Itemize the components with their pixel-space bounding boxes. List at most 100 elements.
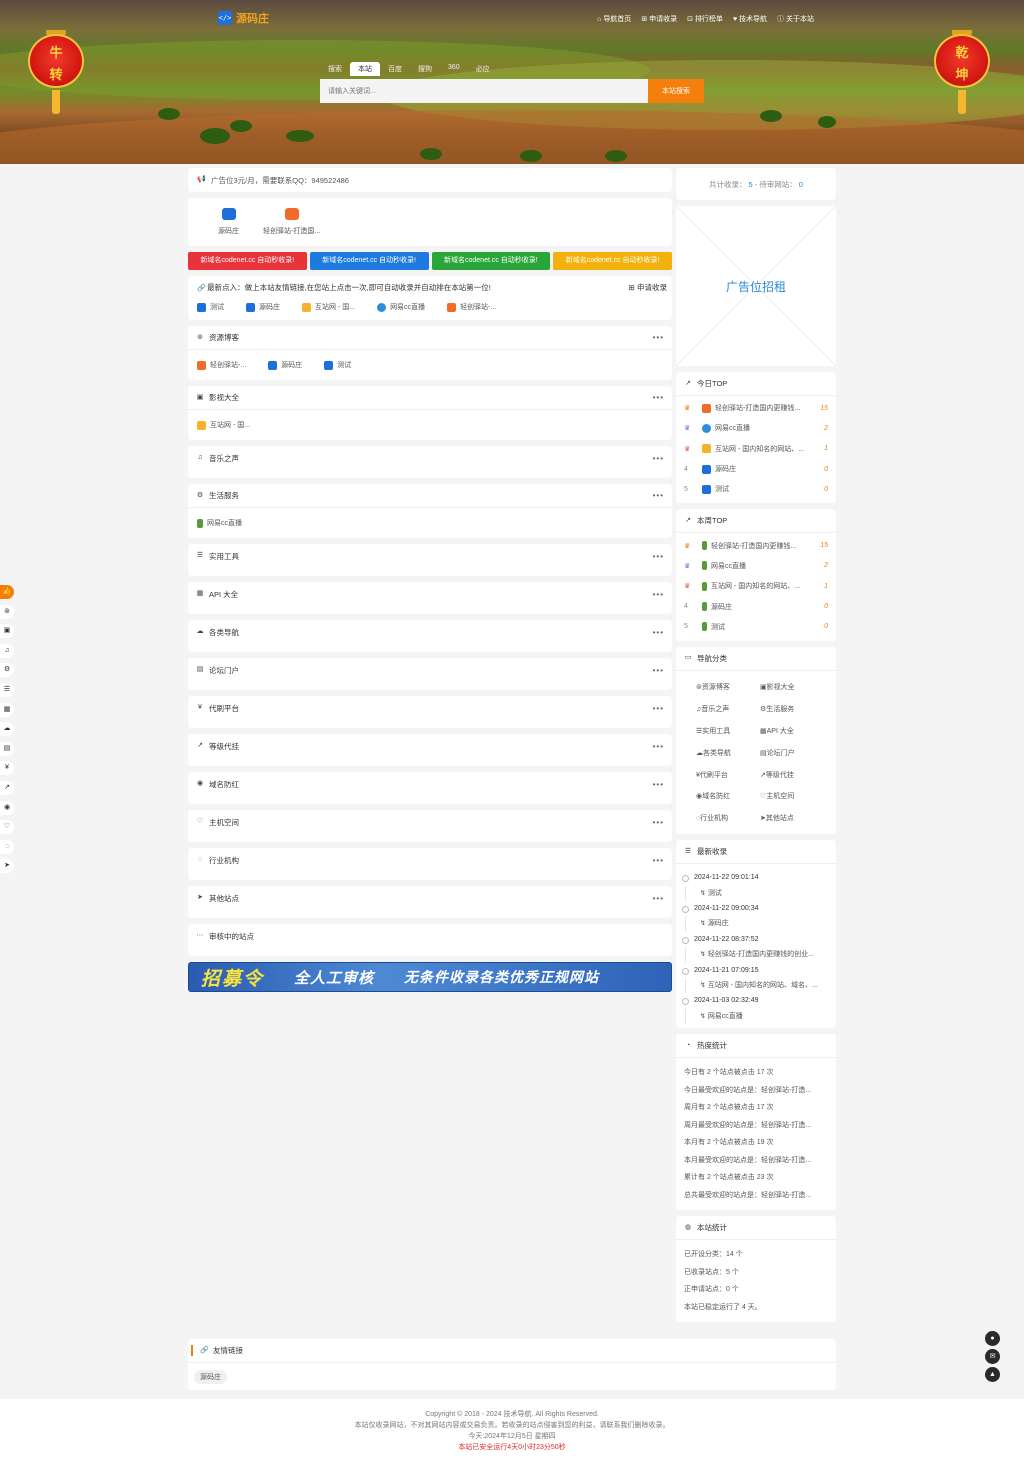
blog-icon: ⊚ <box>197 333 203 341</box>
rank-row[interactable]: 4 源码庄 0 <box>684 596 828 616</box>
server-icon[interactable]: ♡ <box>0 820 14 835</box>
chart-line-icon[interactable]: ↗ <box>0 780 14 795</box>
more-icon[interactable]: ••• <box>653 590 664 599</box>
more-icon[interactable]: ••• <box>653 552 664 561</box>
ad-link[interactable]: 新域名codenet.cc 自动秒收录! <box>553 252 672 270</box>
more-icon[interactable]: ••• <box>653 818 664 827</box>
more-icon[interactable]: ••• <box>653 454 664 463</box>
search-input[interactable] <box>320 79 648 103</box>
service-icon[interactable]: ⚙ <box>0 663 14 678</box>
rank-row[interactable]: 5 测试 0 <box>684 617 828 637</box>
tab-search[interactable]: 搜索 <box>320 62 350 76</box>
recent-site[interactable]: ↯ 轻创驿站-打造国内更赚钱的创业... <box>685 947 828 963</box>
recent-site[interactable]: ↯ 源码庄 <box>685 916 828 932</box>
nav-cat-link[interactable]: ▤论坛门户 <box>760 743 824 765</box>
hot-line: 累计有 2 个站点被点击 23 次 <box>684 1174 774 1182</box>
site-link[interactable]: 轻创驿站-... <box>447 302 496 312</box>
rank-row[interactable]: ♛ 轻创驿站-打造国内更赚钱... 15 <box>684 398 828 418</box>
more-icon[interactable]: ••• <box>653 742 664 751</box>
shield-icon[interactable]: ◉ <box>0 800 14 815</box>
site-link[interactable]: 网易cc直播 <box>197 516 242 530</box>
featured-site[interactable]: 源码庄 <box>218 208 239 236</box>
featured-site[interactable]: 轻创驿站-打造国... <box>263 208 320 236</box>
nav-about[interactable]: ⓘ 关于本站 <box>777 14 814 24</box>
nav-cat-link[interactable]: ▣影视大全 <box>760 677 824 699</box>
tab-360[interactable]: 360 <box>440 62 468 76</box>
video-icon[interactable]: ▣ <box>0 624 14 639</box>
tab-site[interactable]: 本站 <box>350 62 380 76</box>
nav-cat-link[interactable]: ➤其他站点 <box>760 808 824 830</box>
nav-cat-link[interactable]: ⚙生活服务 <box>760 699 824 721</box>
music-icon[interactable]: ♫ <box>0 643 14 658</box>
nav-cat-link[interactable]: ♫音乐之声 <box>696 699 760 721</box>
site-link[interactable]: 互站网 - 国... <box>302 302 355 312</box>
tab-sogou[interactable]: 搜狗 <box>410 62 440 76</box>
more-icon[interactable]: ••• <box>653 894 664 903</box>
nav-ranking[interactable]: ⊡ 排行榜单 <box>687 14 723 24</box>
site-link[interactable]: 网易cc直播 <box>377 302 425 312</box>
nav-cat-link[interactable]: ♡主机空间 <box>760 786 824 808</box>
notice-text: 广告位3元/月，需要联系QQ：949522486 <box>211 175 349 185</box>
building-icon[interactable]: ◌ <box>0 839 14 854</box>
nav-cat-link[interactable]: ▦API 大全 <box>760 721 824 743</box>
rank-row[interactable]: 5 测试 0 <box>684 479 828 499</box>
more-icon[interactable]: ••• <box>653 856 664 865</box>
nav-cat-link[interactable]: ◉域名防红 <box>696 786 760 808</box>
send-icon[interactable]: ➤ <box>0 859 14 874</box>
rank-row[interactable]: 4 源码庄 0 <box>684 459 828 479</box>
nav-cat-link[interactable]: ⊚资源博客 <box>696 677 760 699</box>
more-icon[interactable]: ••• <box>653 704 664 713</box>
more-icon[interactable]: ••• <box>653 491 664 500</box>
friend-link-tag[interactable]: 源码庄 <box>194 1370 227 1384</box>
rank-row[interactable]: ♛ 网易cc直播 2 <box>684 418 828 438</box>
nav-cat-link[interactable]: ¥代刷平台 <box>696 765 760 787</box>
apply-button[interactable]: ⊞ 申请收录 <box>629 282 667 293</box>
rank-row[interactable]: ♛ 互站网 - 国内知名的网站、... 1 <box>684 439 828 459</box>
more-icon[interactable]: ••• <box>653 333 664 342</box>
site-link[interactable]: 源码庄 <box>246 302 280 312</box>
user-icon[interactable]: ● <box>985 1331 1000 1346</box>
nav-cat-link[interactable]: ☰实用工具 <box>696 721 760 743</box>
site-logo[interactable]: </> 源码庄 <box>218 10 269 26</box>
yen-icon[interactable]: ¥ <box>0 761 14 776</box>
uptime: 本站已安全运行4天0小时23分50秒 <box>458 1444 566 1451</box>
more-icon[interactable]: ••• <box>653 628 664 637</box>
mail-icon[interactable]: ✉ <box>985 1349 1000 1364</box>
rank-row[interactable]: ♛ 轻创驿站-打造国内更赚钱... 15 <box>684 535 828 555</box>
recent-site[interactable]: ↯ 网易cc直播 <box>685 1008 828 1025</box>
search-button[interactable]: 本站搜索 <box>648 79 704 103</box>
ad-link[interactable]: 新域名codenet.cc 自动秒收录! <box>309 252 429 270</box>
thumb-up-icon[interactable]: 👍 <box>0 585 14 599</box>
document-icon[interactable]: ▤ <box>0 741 14 756</box>
site-link[interactable]: 互站网 - 国... <box>197 418 250 432</box>
rank-row[interactable]: ♛ 网易cc直播 2 <box>684 556 828 576</box>
ad-link[interactable]: 新域名codenet.cc 自动秒收录! <box>188 252 307 270</box>
grid-icon[interactable]: ▦ <box>0 702 14 717</box>
nav-tech[interactable]: ♥ 技术导航 <box>733 14 767 24</box>
site-link[interactable]: 源码庄 <box>268 358 302 372</box>
recruit-banner[interactable]: 招募令 全人工审核 无条件收录各类优秀正规网站 <box>188 962 672 992</box>
more-icon[interactable]: ••• <box>653 666 664 675</box>
nav-cat-link[interactable]: ↗等级代挂 <box>760 765 824 787</box>
recent-site[interactable]: ↯ 互站网 - 国内知名的网站、域名、... <box>685 977 828 994</box>
nav-apply[interactable]: ⊞ 申请收录 <box>641 14 677 24</box>
ad-link[interactable]: 新域名codenet.cc 自动秒收录! <box>431 252 551 270</box>
category-card: ➤ 其他站点 ••• <box>188 886 672 918</box>
nav-home[interactable]: ⌂ 导航首页 <box>597 14 631 24</box>
recent-site[interactable]: ↯ 测试 <box>685 885 828 901</box>
tab-baidu[interactable]: 百度 <box>380 62 410 76</box>
site-link[interactable]: 测试 <box>324 358 351 372</box>
more-icon[interactable]: ••• <box>653 780 664 789</box>
tools-icon[interactable]: ☰ <box>0 682 14 697</box>
back-to-top-icon[interactable]: ▲ <box>985 1367 1000 1382</box>
ad-space[interactable]: 广告位招租 <box>676 206 836 366</box>
nav-cat-link[interactable]: ◌行业机构 <box>696 808 760 830</box>
rank-row[interactable]: ♛ 互站网 - 国内知名的网站、... 1 <box>684 576 828 596</box>
tab-bing[interactable]: 必应 <box>468 62 498 76</box>
cloud-icon[interactable]: ☁ <box>0 722 14 737</box>
site-link[interactable]: 轻创驿站-... <box>197 358 246 372</box>
nav-cat-link[interactable]: ☁各类导航 <box>696 743 760 765</box>
site-link[interactable]: 测试 <box>197 302 224 312</box>
blog-icon[interactable]: ⊚ <box>0 604 14 619</box>
more-icon[interactable]: ••• <box>653 393 664 402</box>
